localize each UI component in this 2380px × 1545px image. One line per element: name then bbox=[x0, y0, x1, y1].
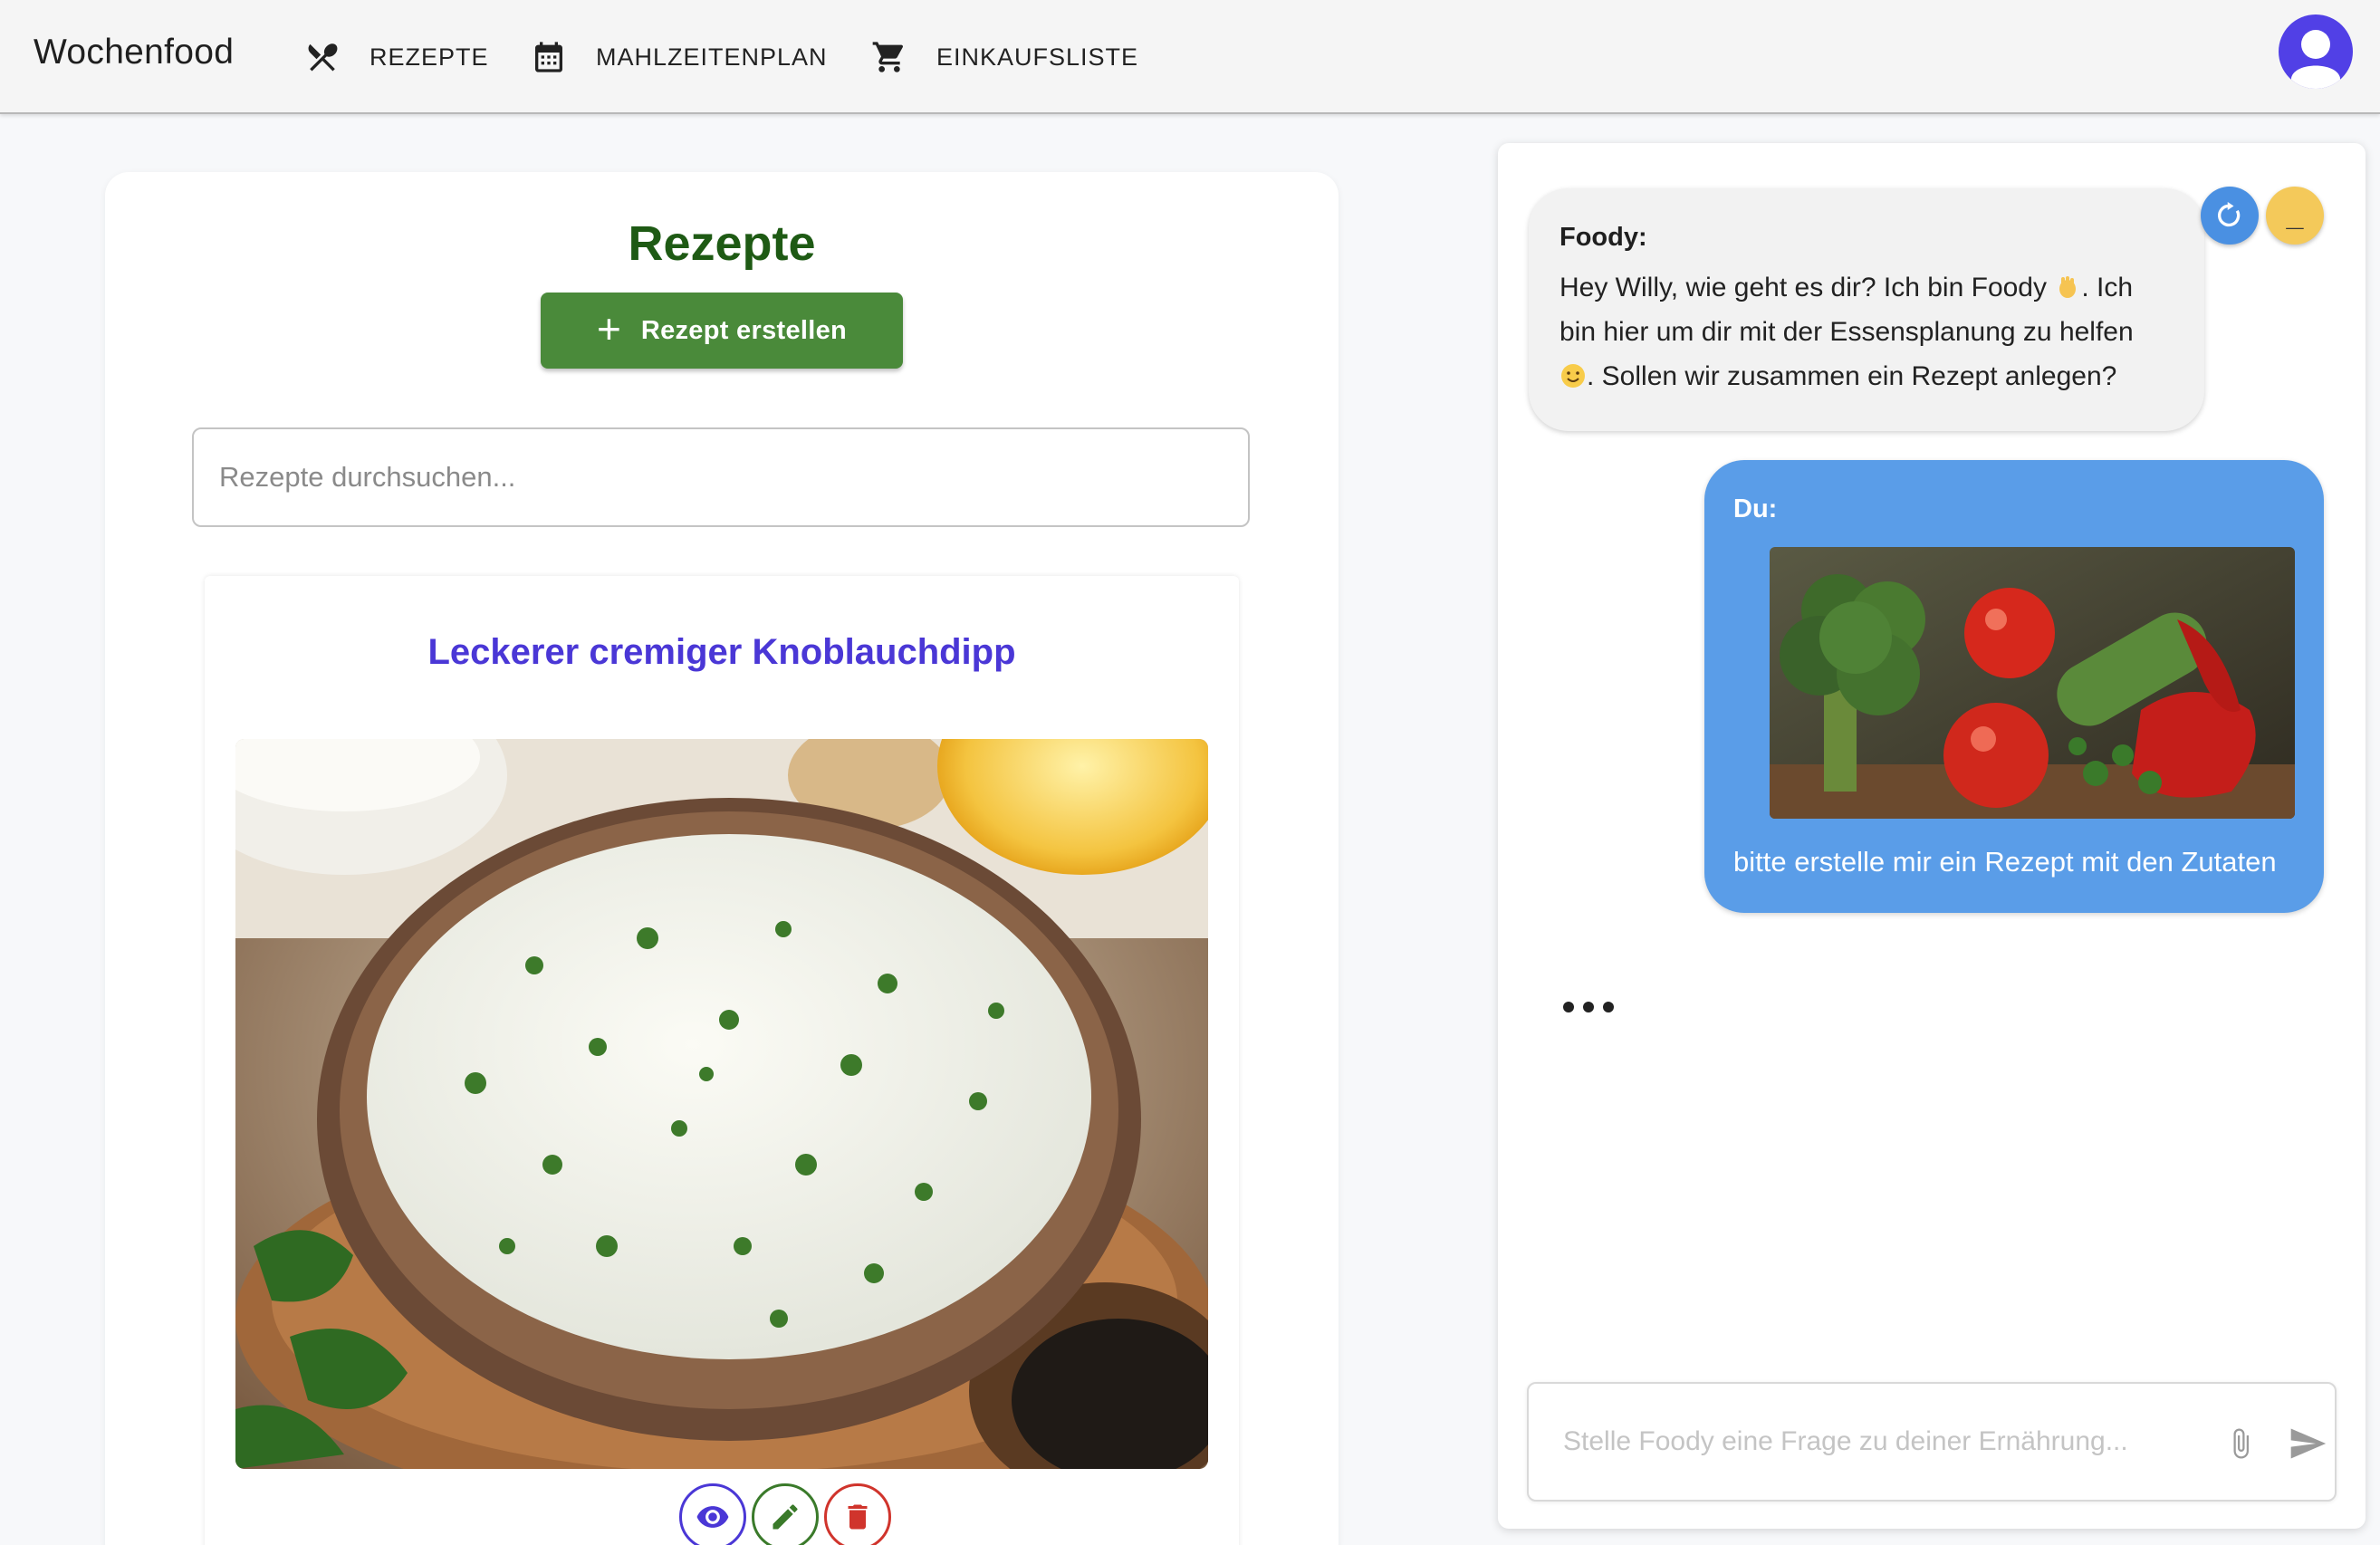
nav-label-meal-plan: MAHLZEITENPLAN bbox=[596, 43, 828, 71]
message-sender: Du: bbox=[1733, 494, 1778, 523]
recipe-title[interactable]: Leckerer cremiger Knoblauchdipp bbox=[205, 632, 1239, 673]
message-text: bitte erstelle mir ein Rezept mit den Zu… bbox=[1733, 846, 2277, 878]
message-text-part: Hey Willy, wie geht es dir? Ich bin Food… bbox=[1559, 273, 2047, 302]
bot-message-bubble: Foody: Hey Willy, wie geht es dir? Ich b… bbox=[1529, 188, 2204, 431]
send-message-button[interactable] bbox=[2280, 1416, 2335, 1471]
nav-item-meal-plan[interactable]: MAHLZEITENPLAN bbox=[531, 36, 828, 78]
edit-recipe-button[interactable] bbox=[752, 1483, 819, 1545]
brand-logo[interactable]: Wochenfood bbox=[34, 33, 234, 72]
calendar-icon bbox=[535, 42, 562, 72]
message-text: Hey Willy, wie geht es dir? Ich bin Food… bbox=[1559, 265, 2174, 398]
create-recipe-button[interactable]: + Rezept erstellen bbox=[541, 293, 903, 369]
send-icon bbox=[2290, 1428, 2327, 1459]
utensils-icon bbox=[308, 43, 338, 72]
nav-label-shopping-list: EINKAUFSLISTE bbox=[936, 43, 1139, 71]
nav-item-recipes[interactable]: REZEPTE bbox=[304, 36, 489, 78]
vegetables-photo bbox=[1770, 547, 2295, 819]
chat-input-container bbox=[1527, 1382, 2337, 1502]
typing-dot bbox=[1603, 1002, 1614, 1012]
top-navigation-bar: Wochenfood REZEPTE MAHLZEITENPLAN EINKAU… bbox=[0, 0, 2380, 114]
recipes-panel: Rezepte + Rezept erstellen Leckerer crem… bbox=[105, 172, 1339, 1545]
user-message-bubble: Du: bitte erstelle mir ein Rezept mit de… bbox=[1704, 460, 2324, 913]
minimize-chat-button[interactable]: _ bbox=[2266, 187, 2324, 245]
message-text-part: . Sollen wir zusammen ein Rezept anlegen… bbox=[1587, 361, 2117, 391]
message-sender: Foody: bbox=[1559, 223, 1647, 252]
cart-icon bbox=[872, 42, 904, 72]
create-recipe-label: Rezept erstellen bbox=[640, 315, 848, 345]
smiling-face-icon bbox=[1561, 364, 1585, 388]
recipe-card: Leckerer cremiger Knoblauchdipp bbox=[205, 576, 1239, 1545]
delete-icon bbox=[848, 1504, 868, 1530]
plus-icon: + bbox=[596, 305, 621, 352]
delete-recipe-button[interactable] bbox=[824, 1483, 891, 1545]
waving-hand-icon bbox=[2059, 276, 2077, 298]
paperclip-icon bbox=[2233, 1428, 2249, 1459]
edit-icon bbox=[773, 1504, 798, 1530]
typing-dot bbox=[1563, 1002, 1574, 1012]
recipe-search-input[interactable] bbox=[192, 427, 1250, 527]
typing-indicator bbox=[1563, 1002, 1614, 1012]
restart-chat-button[interactable] bbox=[2201, 187, 2259, 245]
nav-item-shopping-list[interactable]: EINKAUFSLISTE bbox=[871, 36, 1138, 78]
chat-panel: Foody: Hey Willy, wie geht es dir? Ich b… bbox=[1498, 143, 2366, 1529]
view-recipe-button[interactable] bbox=[679, 1483, 746, 1545]
attach-file-button[interactable] bbox=[2215, 1418, 2266, 1469]
user-avatar-icon bbox=[2291, 30, 2340, 89]
nav-label-recipes: REZEPTE bbox=[369, 43, 489, 71]
page-title: Rezepte bbox=[628, 216, 816, 271]
garlic-dip-bowl-photo bbox=[235, 739, 1208, 1469]
restart-icon bbox=[2218, 202, 2241, 227]
chat-message-input[interactable] bbox=[1563, 1415, 2188, 1469]
user-avatar-button[interactable] bbox=[2279, 14, 2353, 89]
view-icon bbox=[696, 1506, 729, 1528]
typing-dot bbox=[1583, 1002, 1594, 1012]
